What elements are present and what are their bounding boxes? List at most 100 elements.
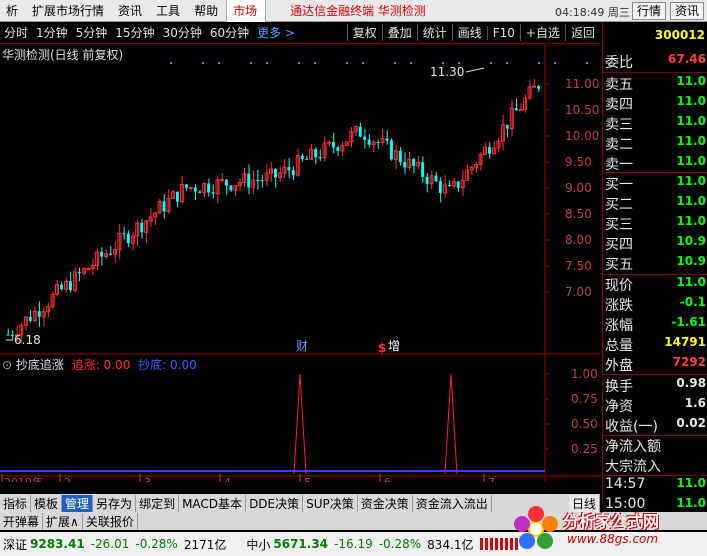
candle-body xyxy=(358,126,362,137)
flower-logo-icon xyxy=(514,506,558,549)
period-toolbar: 分时 1分钟 5分钟 15分钟 30分钟 60分钟 更多 > 复权 叠加 统计 … xyxy=(0,22,600,44)
candle-body xyxy=(60,284,63,290)
quote-row-label: 总量 xyxy=(605,338,633,354)
signal-dot xyxy=(266,62,268,64)
menu-item-info[interactable]: 资讯 xyxy=(112,2,150,19)
quote-row: 净流入额 xyxy=(603,436,707,455)
extra-tab[interactable]: 开弹幕 xyxy=(0,512,44,530)
extra-tab[interactable]: 扩展∧ xyxy=(43,512,83,530)
signal-dot xyxy=(362,62,364,64)
indicator-name[interactable]: 抄底追涨 xyxy=(16,358,64,372)
candle-body xyxy=(207,183,211,193)
quote-row: 换手 0.98 xyxy=(603,376,707,395)
quote-row: 买五 10.9 xyxy=(603,254,707,273)
back-button[interactable]: 返回 xyxy=(564,24,600,41)
quote-row-label: 大宗流入 xyxy=(605,459,661,475)
indicator-tab[interactable]: 绑定到 xyxy=(136,494,180,512)
quote-row-value: 10.9 xyxy=(676,254,706,268)
menu-item-help[interactable]: 帮助 xyxy=(188,2,226,19)
quote-row: 委比 67.46 xyxy=(603,52,707,71)
kline-chart-area[interactable]: 华测检测(日线 前复权) 11.00 10.50 10.00 9.50 9.00 8.50… xyxy=(0,44,600,482)
quote-row: 买四 10.9 xyxy=(603,234,707,253)
adjust-button[interactable]: 复权 xyxy=(346,24,382,41)
indicator-tab[interactable]: 资金决策 xyxy=(358,494,413,512)
quote-row-label: 买二 xyxy=(605,197,633,213)
quote-button[interactable]: 行情 xyxy=(632,2,667,20)
candle-body xyxy=(188,187,193,190)
menu-item-extended[interactable]: 扩展市场行情 xyxy=(26,2,112,19)
quote-row-value: 11.0 xyxy=(676,275,706,289)
quote-row-value: -0.1 xyxy=(679,295,706,309)
ind-y-tick-label: 0.75 xyxy=(571,392,598,406)
quote-row-value: 1.6 xyxy=(684,396,706,410)
finance-marker: 财 xyxy=(296,339,308,353)
quote-row-value: 0.02 xyxy=(676,416,706,430)
menu-item-tools[interactable]: 工具 xyxy=(150,2,188,19)
stats-button[interactable]: 统计 xyxy=(416,24,452,41)
signal-dot xyxy=(314,62,316,64)
more-periods-button[interactable]: 更多 > xyxy=(253,24,299,41)
quote-row: 卖一 11.0 xyxy=(603,154,707,173)
y-tick-label: 9.50 xyxy=(565,155,592,169)
indicator-tab[interactable]: 模板 xyxy=(31,494,63,512)
overlay-button[interactable]: 叠加 xyxy=(381,24,417,41)
add-watchlist-button[interactable]: +自选 xyxy=(519,24,565,41)
menu-item-market[interactable]: 市场 xyxy=(226,0,267,22)
signal-dot xyxy=(538,62,540,64)
info-button[interactable]: 资讯 xyxy=(670,2,705,20)
indicator-spike xyxy=(444,373,458,475)
low-price-label: 6.18 xyxy=(14,333,41,347)
indicator-tab[interactable]: 指标 xyxy=(0,494,32,512)
indicator-tab[interactable]: DDE决策 xyxy=(246,494,304,512)
kline-svg[interactable]: 11.00 10.50 10.00 9.50 9.00 8.50 8.00 7.50 7.00 1… xyxy=(0,44,600,482)
y-tick-label: 7.50 xyxy=(565,259,592,273)
indicator-tab[interactable]: 资金流入流出 xyxy=(413,494,492,512)
indicator-tab[interactable]: 另存为 xyxy=(93,494,137,512)
f10-button[interactable]: F10 xyxy=(486,25,520,40)
x-tick-label: 3 xyxy=(144,476,151,482)
indicator-down-value: 0.00 xyxy=(170,358,197,372)
candle-body xyxy=(488,147,491,154)
clock-text: 04:18:49 周三 xyxy=(555,6,630,19)
sz-value: 9283.41 xyxy=(30,537,85,551)
indicator-tab[interactable]: MACD基本 xyxy=(179,494,247,512)
extra-tab[interactable]: 关联报价 xyxy=(83,512,138,530)
panel-divider xyxy=(603,475,707,476)
collapse-icon[interactable]: ⊙ xyxy=(2,358,12,372)
candle-body xyxy=(86,268,91,271)
draw-button[interactable]: 画线 xyxy=(451,24,487,41)
quote-row-value: 11.0 xyxy=(676,154,706,168)
panel-divider xyxy=(603,172,707,173)
signal-dot xyxy=(298,62,300,64)
period-1min[interactable]: 1分钟 xyxy=(32,24,72,41)
quote-row-value: -1.61 xyxy=(671,315,706,329)
indicator-tab[interactable]: SUP决策 xyxy=(303,494,358,512)
quote-row: 涨跌 -0.1 xyxy=(603,295,707,314)
quote-row-label: 买一 xyxy=(605,177,633,193)
candle-body xyxy=(505,124,509,129)
stock-code: 300012 xyxy=(654,28,705,42)
quote-row: 涨幅 -1.61 xyxy=(603,315,707,334)
candle-body xyxy=(28,316,32,321)
candle-body xyxy=(456,181,460,188)
quote-row: 总量 14791 xyxy=(603,335,707,354)
ind-y-tick-label: 0.50 xyxy=(571,417,598,431)
period-60min[interactable]: 60分钟 xyxy=(206,24,253,41)
candle-body xyxy=(518,108,523,111)
menu-item-analysis[interactable]: 析 xyxy=(0,2,26,19)
panel-divider xyxy=(603,374,707,375)
quote-row-label: 净资 xyxy=(605,399,633,415)
quote-row-label: 收益(一) xyxy=(605,419,658,435)
period-30min[interactable]: 30分钟 xyxy=(159,24,206,41)
candle-body xyxy=(100,251,104,257)
increase-marker: 增 xyxy=(388,339,400,353)
period-5min[interactable]: 5分钟 xyxy=(72,24,112,41)
signal-dot xyxy=(410,62,412,64)
indicator-tab[interactable]: 管理 xyxy=(62,494,94,512)
period-timeshare[interactable]: 分时 xyxy=(0,24,32,41)
candle-body xyxy=(327,141,331,144)
candle-body xyxy=(126,233,130,244)
quote-row-value: 11.0 xyxy=(676,74,706,88)
quote-row-label: 买三 xyxy=(605,217,633,233)
period-15min[interactable]: 15分钟 xyxy=(111,24,158,41)
